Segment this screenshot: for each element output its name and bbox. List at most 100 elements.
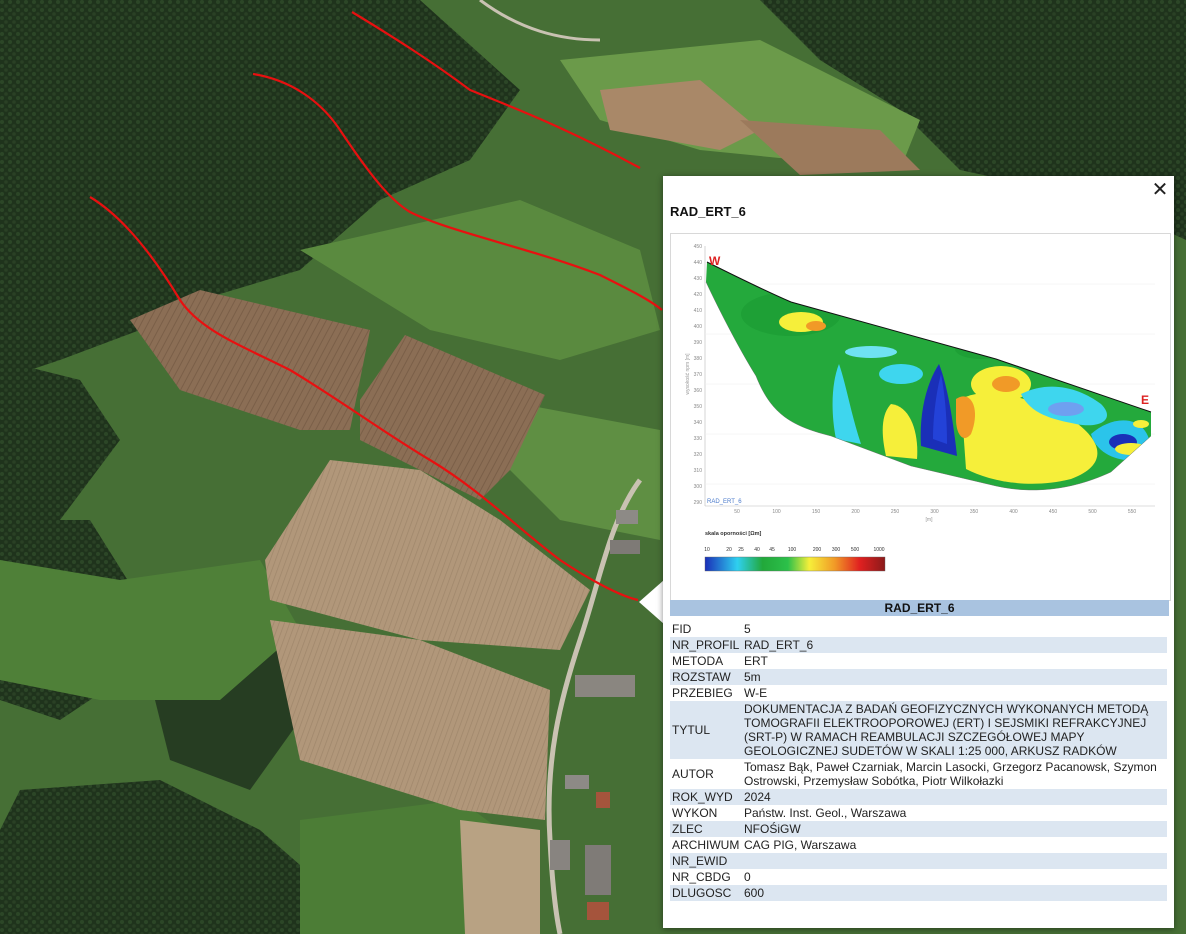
x-tick-label: 250	[891, 509, 900, 515]
attribute-row: PRZEBIEG W-E	[670, 685, 1167, 701]
stubble-field	[460, 820, 540, 934]
scale-value-label: 100	[788, 547, 797, 553]
attribute-key: NR_CBDG	[672, 870, 731, 884]
attribute-value	[744, 853, 1167, 869]
x-tick-label: 350	[970, 509, 979, 515]
x-tick-label: 150	[812, 509, 821, 515]
attribute-key: ROK_WYD	[670, 789, 744, 805]
feature-popup: ✕ RAD_ERT_6 450 440 430 420 410 400 390 …	[663, 176, 1174, 928]
y-tick-label: 310	[694, 468, 703, 474]
attribute-value: DOKUMENTACJA Z BADAŃ GEOFIZYCZNYCH WYKON…	[744, 701, 1167, 759]
y-tick-label: 340	[694, 420, 703, 426]
x-tick-label: 300	[930, 509, 939, 515]
building	[550, 840, 570, 870]
attribute-value: 600	[744, 885, 1167, 901]
building	[610, 540, 640, 554]
attribute-key: NR_EWID	[670, 853, 744, 869]
attribute-row: NR_PROFIL RAD_ERT_6	[670, 637, 1167, 653]
attribute-row: DLUGOSC 600	[670, 885, 1167, 901]
attribute-row: ROK_WYD 2024	[670, 789, 1167, 805]
attribute-value: Tomasz Bąk, Paweł Czarniak, Marcin Lasoc…	[744, 760, 1157, 788]
attribute-value: RAD_ERT_6	[744, 637, 1167, 653]
y-tick-label: 440	[694, 260, 703, 266]
x-tick-label: 500	[1088, 509, 1097, 515]
east-label: E	[1141, 393, 1149, 407]
attribute-value: 5	[744, 622, 751, 636]
scale-value-label: 20	[726, 547, 732, 553]
x-tick-labels: 50 100 150 200 250 300 350 400 450 500 550	[734, 509, 1136, 515]
attribute-value: Państw. Inst. Geol., Warszawa	[744, 806, 907, 820]
popup-title: RAD_ERT_6	[670, 204, 746, 219]
y-tick-label: 350	[694, 404, 703, 410]
scale-value-label: 500	[851, 547, 860, 553]
x-tick-label: 50	[734, 509, 740, 515]
attribute-key: DLUGOSC	[670, 885, 744, 901]
attribute-key: AUTOR	[672, 767, 714, 781]
building	[587, 902, 609, 920]
scale-value-label: 200	[813, 547, 822, 553]
building	[585, 845, 611, 895]
attribute-value: NFOŚiGW	[744, 821, 1167, 837]
attribute-value: CAG PIG, Warszawa	[744, 838, 857, 852]
color-scale-bar	[704, 556, 886, 572]
y-tick-label: 320	[694, 452, 703, 458]
scale-value-label: 1000	[873, 547, 884, 553]
attribute-key: METODA	[672, 654, 724, 668]
resistivity-section	[706, 262, 1151, 491]
y-tick-label: 430	[694, 276, 703, 282]
attribute-value: ERT	[744, 654, 768, 668]
x-tick-label: 550	[1128, 509, 1137, 515]
scale-value-label: 25	[738, 547, 744, 553]
attribute-row: NR_CBDG 0	[670, 869, 1167, 885]
attribute-value: 5m	[744, 669, 1167, 685]
attribute-value: 0	[744, 870, 751, 884]
attribute-row: ARCHIWUM CAG PIG, Warszawa	[670, 837, 1167, 853]
attribute-value: 2024	[744, 789, 1167, 805]
profile-name-label: RAD_ERT_6	[707, 499, 742, 505]
building	[596, 792, 610, 808]
popup-pointer	[639, 580, 664, 624]
attribute-table-header: RAD_ERT_6	[670, 600, 1169, 616]
attribute-row: ZLEC NFOŚiGW	[670, 821, 1167, 837]
y-tick-label: 330	[694, 436, 703, 442]
scale-value-labels: 10 20 25 40 45 100 200 300 500 1000	[704, 547, 885, 553]
y-tick-label: 410	[694, 308, 703, 314]
scale-value-label: 300	[832, 547, 841, 553]
y-tick-label: 420	[694, 292, 703, 298]
building	[616, 510, 638, 524]
resistivity-profile-image[interactable]: 450 440 430 420 410 400 390 380 370 360 350 340 330 3…	[670, 233, 1171, 601]
attribute-key: FID	[672, 622, 692, 636]
attribute-row: NR_EWID	[670, 853, 1167, 869]
building	[565, 775, 589, 789]
attribute-key: ROZSTAW	[670, 669, 744, 685]
attribute-key: ZLEC	[670, 821, 744, 837]
attribute-row: AUTOR Tomasz Bąk, Paweł Czarniak, Marcin …	[670, 759, 1167, 789]
attribute-row: WYKON Państw. Inst. Geol., Warszawa	[670, 805, 1167, 821]
scale-title: skala oporności [Ωm]	[705, 531, 762, 537]
attribute-value: W-E	[744, 686, 768, 700]
y-tick-label: 390	[694, 340, 703, 346]
attribute-row: ROZSTAW 5m	[670, 669, 1167, 685]
y-tick-label: 450	[694, 244, 703, 250]
x-tick-label: 100	[772, 509, 781, 515]
building	[575, 675, 635, 697]
attribute-key: WYKON	[672, 806, 718, 820]
scale-value-label: 10	[704, 547, 710, 553]
attribute-key: PRZEBIEG	[672, 686, 733, 700]
x-tick-label: 200	[851, 509, 860, 515]
close-icon[interactable]: ✕	[1150, 179, 1170, 199]
y-tick-label: 290	[694, 500, 703, 506]
y-tick-label: 370	[694, 372, 703, 378]
attribute-row: FID 5	[670, 621, 1167, 637]
y-tick-label: 300	[694, 484, 703, 490]
west-label: W	[709, 254, 721, 268]
x-axis-label: [m]	[926, 517, 934, 523]
attribute-row: TYTUL DOKUMENTACJA Z BADAŃ GEOFIZYCZNYCH …	[670, 701, 1167, 759]
scale-value-label: 40	[754, 547, 760, 553]
x-tick-label: 450	[1049, 509, 1058, 515]
y-tick-labels: 450 440 430 420 410 400 390 380 370 360 350 340 330 3…	[694, 244, 703, 506]
scale-value-label: 45	[769, 547, 775, 553]
attribute-table: FID 5 NR_PROFIL RAD_ERT_6 METODA ERT ROZSTAW 5m…	[670, 621, 1167, 901]
attribute-key: ARCHIWUM	[672, 838, 740, 852]
attribute-key: NR_PROFIL	[670, 637, 744, 653]
